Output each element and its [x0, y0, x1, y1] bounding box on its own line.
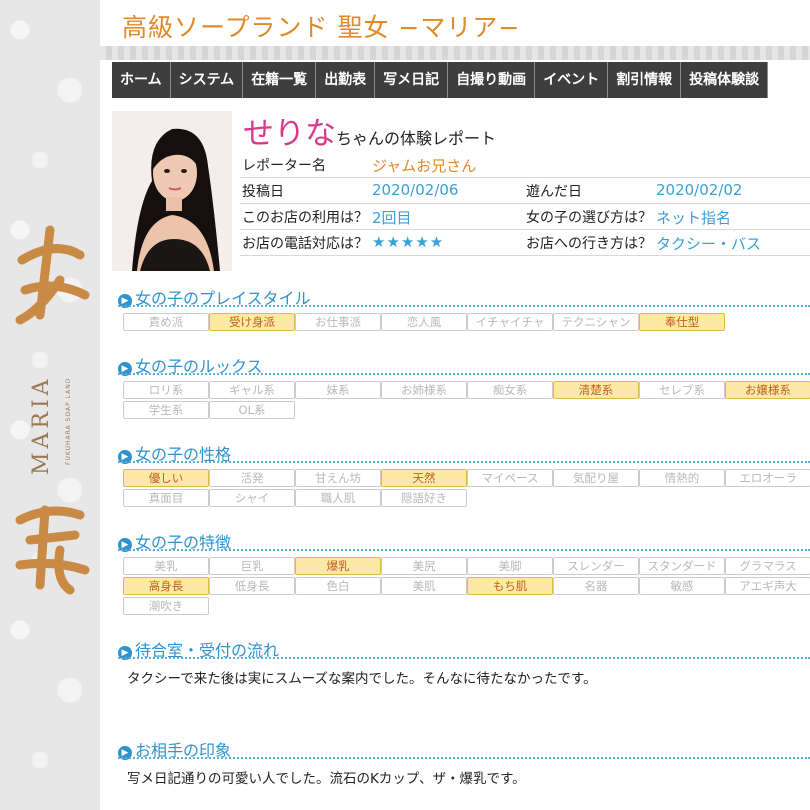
nav-reviews[interactable]: 投稿体験談: [681, 62, 769, 98]
nav-photo-diary[interactable]: 写メ日記: [375, 62, 449, 98]
tag: 甘えん坊: [295, 469, 381, 487]
report-heading: せりなちゃんの体験レポート: [243, 108, 496, 153]
nav-event[interactable]: イベント: [535, 62, 609, 98]
info-row-reporter: レポーター名 ジャムお兄さん: [240, 152, 810, 178]
tag: エロオーラ: [725, 469, 810, 487]
tag: OL系: [209, 401, 295, 419]
tag: テクニシャン: [553, 313, 639, 331]
tag: シャイ: [209, 489, 295, 507]
tag: セレブ系: [639, 381, 725, 399]
report-heading-suffix: ちゃんの体験レポート: [336, 129, 497, 148]
tag: スタンダード: [639, 557, 725, 575]
tag-selected: 優しい: [123, 469, 209, 487]
phone-label: お店の電話対応は？: [242, 236, 368, 252]
section-divider: [118, 461, 810, 463]
main-nav: ホーム システム 在籍一覧 出勤表 写メ日記 自撮り動画 イベント 割引情報 投…: [112, 62, 769, 98]
phone-rating-stars: ★★★★★: [372, 233, 445, 251]
tag: 隠語好き: [381, 489, 467, 507]
nav-discount[interactable]: 割引情報: [608, 62, 682, 98]
access-value: タクシー・バス: [656, 235, 762, 253]
tag-selected: 高身長: [123, 577, 209, 595]
tag: 気配り屋: [553, 469, 639, 487]
tag: 痴女系: [467, 381, 553, 399]
section-divider: [118, 549, 810, 551]
tag: 美乳: [123, 557, 209, 575]
tag: 低身長: [209, 577, 295, 595]
tag: 妹系: [295, 381, 381, 399]
info-row-phone: お店の電話対応は？ ★★★★★ お店への行き方は？ タクシー・バス: [240, 230, 810, 256]
svg-text:FUKUHARA SOAP LAND: FUKUHARA SOAP LAND: [65, 378, 72, 465]
usage-value: 2回目: [372, 209, 412, 227]
nav-selfie-video[interactable]: 自撮り動画: [448, 62, 536, 98]
tag: グラマラス: [725, 557, 810, 575]
tag: 名器: [553, 577, 639, 595]
tag: イチャイチャ: [467, 313, 553, 331]
girl-name[interactable]: せりな: [243, 116, 336, 152]
tag: 敏感: [639, 577, 725, 595]
tag: 潮吹き: [123, 597, 209, 615]
tag-selected: 奉仕型: [639, 313, 725, 331]
tag: 真面目: [123, 489, 209, 507]
tag: アエギ声大: [725, 577, 810, 595]
tag: 美脚: [467, 557, 553, 575]
tag: ギャル系: [209, 381, 295, 399]
svg-text:MARIA: MARIA: [29, 375, 54, 475]
posted-value: 2020/02/06: [372, 181, 459, 199]
tag: 美肌: [381, 577, 467, 595]
tag: 責め派: [123, 313, 209, 331]
info-row-usage: このお店の利用は？ 2回目 女の子の選び方は？ ネット指名: [240, 204, 810, 230]
tag: ロリ系: [123, 381, 209, 399]
nav-system[interactable]: システム: [170, 62, 244, 98]
tag: お姉様系: [381, 381, 467, 399]
tag-selected: もち肌: [467, 577, 553, 595]
section-divider: [118, 305, 810, 307]
tag-selected: 清楚系: [553, 381, 639, 399]
tag-selected: 爆乳: [295, 557, 381, 575]
tag: 学生系: [123, 401, 209, 419]
usage-label: このお店の利用は？: [242, 210, 368, 226]
tag: 巨乳: [209, 557, 295, 575]
impression-text: 写メ日記通りの可愛い人でした。流石のKカップ、ザ・爆乳です。: [127, 771, 526, 787]
site-title[interactable]: 高級ソープランド 聖女 −マリア−: [122, 8, 520, 44]
nav-cast-list[interactable]: 在籍一覧: [243, 62, 317, 98]
tag: 情熱的: [639, 469, 725, 487]
access-label: お店への行き方は？: [526, 236, 652, 252]
reporter-label: レポーター名: [242, 158, 326, 174]
section-divider: [118, 657, 810, 659]
header-pattern-band: [100, 46, 810, 60]
tag: 恋人風: [381, 313, 467, 331]
tag: 美尻: [381, 557, 467, 575]
waiting-room-text: タクシーで来た後は実にスムーズな案内でした。そんなに待たなかったです。: [127, 671, 597, 687]
left-decorative-panel: MARIA FUKUHARA SOAP LAND: [0, 0, 100, 810]
tag: 色白: [295, 577, 381, 595]
maria-logo: MARIA FUKUHARA SOAP LAND: [15, 225, 90, 595]
tag-selected: 受け身派: [209, 313, 295, 331]
report-info-table: レポーター名 ジャムお兄さん 投稿日 2020/02/06 遊んだ日 2020/…: [240, 152, 810, 256]
played-value: 2020/02/02: [656, 181, 743, 199]
tag: マイペース: [467, 469, 553, 487]
posted-label: 投稿日: [242, 184, 284, 200]
site-header: 高級ソープランド 聖女 −マリア−: [100, 0, 810, 46]
tag: 活発: [209, 469, 295, 487]
tag: 職人肌: [295, 489, 381, 507]
nav-home[interactable]: ホーム: [112, 62, 171, 98]
girl-photo[interactable]: [112, 111, 232, 271]
section-divider: [118, 373, 810, 375]
choice-value: ネット指名: [656, 209, 732, 227]
tag-selected: 天然: [381, 469, 467, 487]
choice-label: 女の子の選び方は？: [526, 210, 652, 226]
section-divider: [118, 757, 810, 759]
tag-selected: お嬢様系: [725, 381, 810, 399]
info-row-dates: 投稿日 2020/02/06 遊んだ日 2020/02/02: [240, 178, 810, 204]
reporter-value: ジャムお兄さん: [372, 157, 477, 175]
tag: スレンダー: [553, 557, 639, 575]
tag: お仕事派: [295, 313, 381, 331]
played-label: 遊んだ日: [526, 184, 582, 200]
nav-schedule[interactable]: 出勤表: [316, 62, 376, 98]
